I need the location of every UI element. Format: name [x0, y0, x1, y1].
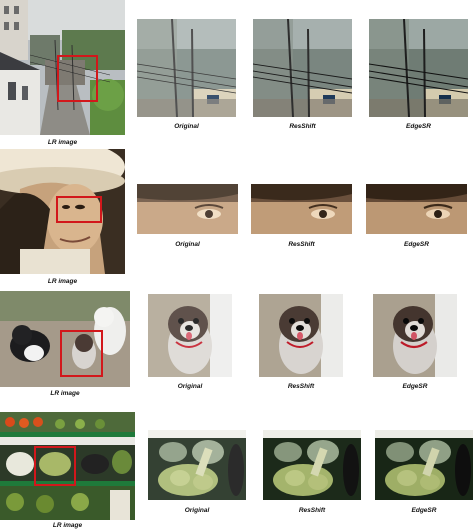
lr-image-label: LR image [52, 522, 83, 529]
crop-original-portrait [137, 184, 238, 234]
zoom-region-box-portrait [56, 196, 102, 223]
lr-image-label: LR image [47, 139, 78, 146]
zoom-region-box-dogs [60, 330, 103, 377]
lr-image-label: LR image [50, 390, 80, 397]
figure: LR image Original ResShift EdgeSR LR ima… [0, 0, 474, 531]
crop-original-alley [137, 19, 236, 117]
crop-resshift-portrait [251, 184, 352, 234]
crop-label-original: Original [177, 383, 203, 390]
crop-label-resshift: ResShift [287, 383, 315, 390]
crop-resshift-dogs [259, 294, 343, 377]
crop-edgesr-vegetables [375, 430, 473, 500]
crop-label-edgesr: EdgeSR [404, 241, 429, 248]
crop-label-resshift: ResShift [289, 123, 316, 130]
crop-label-original: Original [175, 241, 200, 248]
crop-label-edgesr: EdgeSR [402, 383, 428, 390]
crop-resshift-vegetables [263, 430, 361, 500]
crop-label-edgesr: EdgeSR [406, 123, 431, 130]
crop-label-resshift: ResShift [288, 241, 315, 248]
crop-edgesr-alley [369, 19, 468, 117]
crop-original-vegetables [148, 430, 246, 500]
crop-label-resshift: ResShift [298, 507, 326, 514]
zoom-region-box-vegetables [34, 446, 76, 486]
crop-resshift-alley [253, 19, 352, 117]
crop-original-dogs [148, 294, 232, 377]
lr-image-label: LR image [47, 278, 78, 285]
crop-label-original: Original [184, 507, 210, 514]
crop-label-edgesr: EdgeSR [411, 507, 437, 514]
crop-label-original: Original [174, 123, 199, 130]
crop-edgesr-portrait [366, 184, 467, 234]
crop-edgesr-dogs [373, 294, 457, 377]
zoom-region-box-alley [57, 55, 98, 102]
